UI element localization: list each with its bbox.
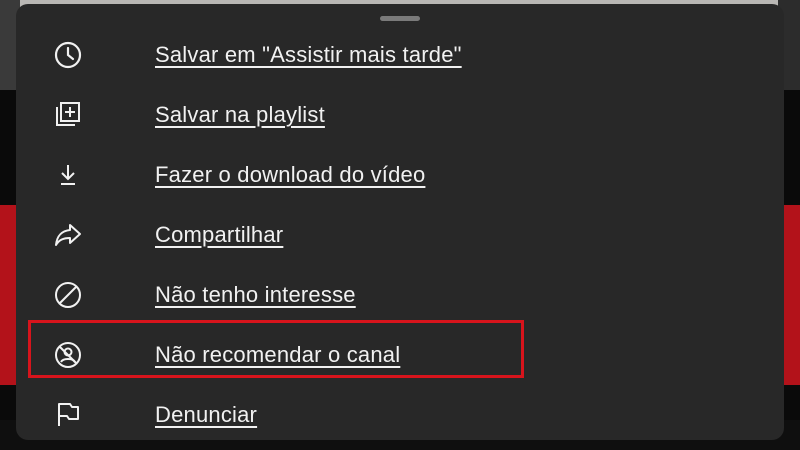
menu-item-save-playlist[interactable]: Salvar na playlist	[16, 85, 784, 145]
menu-item-label: Fazer o download do vídeo	[155, 162, 426, 187]
menu-item-report[interactable]: Denunciar	[16, 385, 784, 445]
flag-icon	[48, 395, 88, 435]
menu-item-watch-later[interactable]: Salvar em "Assistir mais tarde"	[16, 25, 784, 85]
share-icon	[48, 215, 88, 255]
menu-item-share[interactable]: Compartilhar	[16, 205, 784, 265]
menu-item-download[interactable]: Fazer o download do vídeo	[16, 145, 784, 205]
menu-item-label: Denunciar	[155, 402, 258, 427]
download-icon	[48, 155, 88, 195]
drag-handle[interactable]	[380, 16, 420, 21]
not-interested-icon	[48, 275, 88, 315]
menu-item-label: Compartilhar	[155, 222, 284, 247]
menu-item-label: Salvar na playlist	[155, 102, 325, 127]
menu-item-label: Salvar em "Assistir mais tarde"	[155, 42, 462, 67]
highlight-box	[28, 320, 524, 378]
clock-icon	[48, 35, 88, 75]
playlist-add-icon	[48, 95, 88, 135]
menu-item-not-interested[interactable]: Não tenho interesse	[16, 265, 784, 325]
menu-item-label: Não tenho interesse	[155, 282, 356, 307]
menu-list: Salvar em "Assistir mais tarde" Salvar n…	[16, 25, 784, 445]
bottom-sheet-menu: Salvar em "Assistir mais tarde" Salvar n…	[16, 4, 784, 440]
